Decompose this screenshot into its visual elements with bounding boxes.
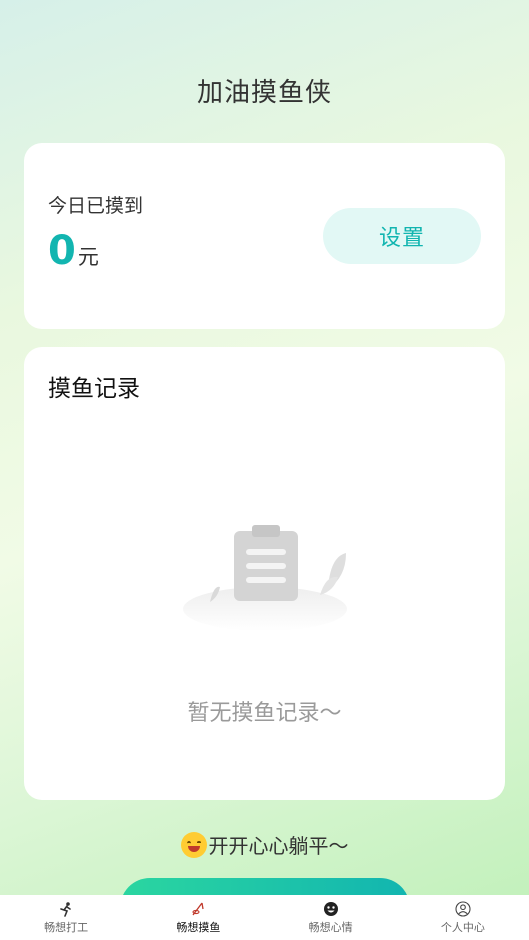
- footer-message: 开开心心躺平～: [0, 830, 529, 859]
- page-title: 加油摸鱼侠: [196, 78, 332, 108]
- earnings-amount: 0 元: [48, 227, 99, 275]
- tab-mood[interactable]: 畅想心情: [265, 895, 397, 940]
- tab-label: 畅想打工: [44, 920, 89, 934]
- tab-profile[interactable]: 个人中心: [397, 895, 529, 940]
- earnings-value: 0: [48, 228, 76, 274]
- records-card: 摸鱼记录 暂无摸鱼记录～: [24, 347, 505, 800]
- tab-label: 畅想摸鱼: [176, 920, 221, 934]
- mood-face-icon: [323, 901, 338, 916]
- tab-label: 畅想心情: [308, 920, 353, 934]
- earnings-label: 今日已摸到: [48, 195, 144, 217]
- smiling-face-icon: [180, 831, 207, 858]
- settings-button[interactable]: 设置: [323, 208, 481, 264]
- fishing-icon: [192, 902, 205, 915]
- empty-records-text: 暂无摸鱼记录～: [187, 701, 342, 726]
- empty-clipboard-icon: [183, 525, 347, 631]
- bottom-tab-bar: 畅想打工 畅想摸鱼 畅想心情 个人中心: [0, 895, 529, 940]
- runner-icon: [60, 901, 71, 917]
- tab-label: 个人中心: [440, 920, 485, 934]
- earnings-card: 今日已摸到 0 元 设置: [24, 143, 505, 329]
- tab-fishing[interactable]: 畅想摸鱼: [132, 895, 264, 940]
- records-title: 摸鱼记录: [48, 376, 140, 402]
- footer-message-text: 开开心心躺平～: [208, 834, 349, 858]
- earnings-unit: 元: [77, 245, 99, 269]
- user-profile-icon: [455, 900, 471, 917]
- tab-work[interactable]: 畅想打工: [0, 895, 132, 940]
